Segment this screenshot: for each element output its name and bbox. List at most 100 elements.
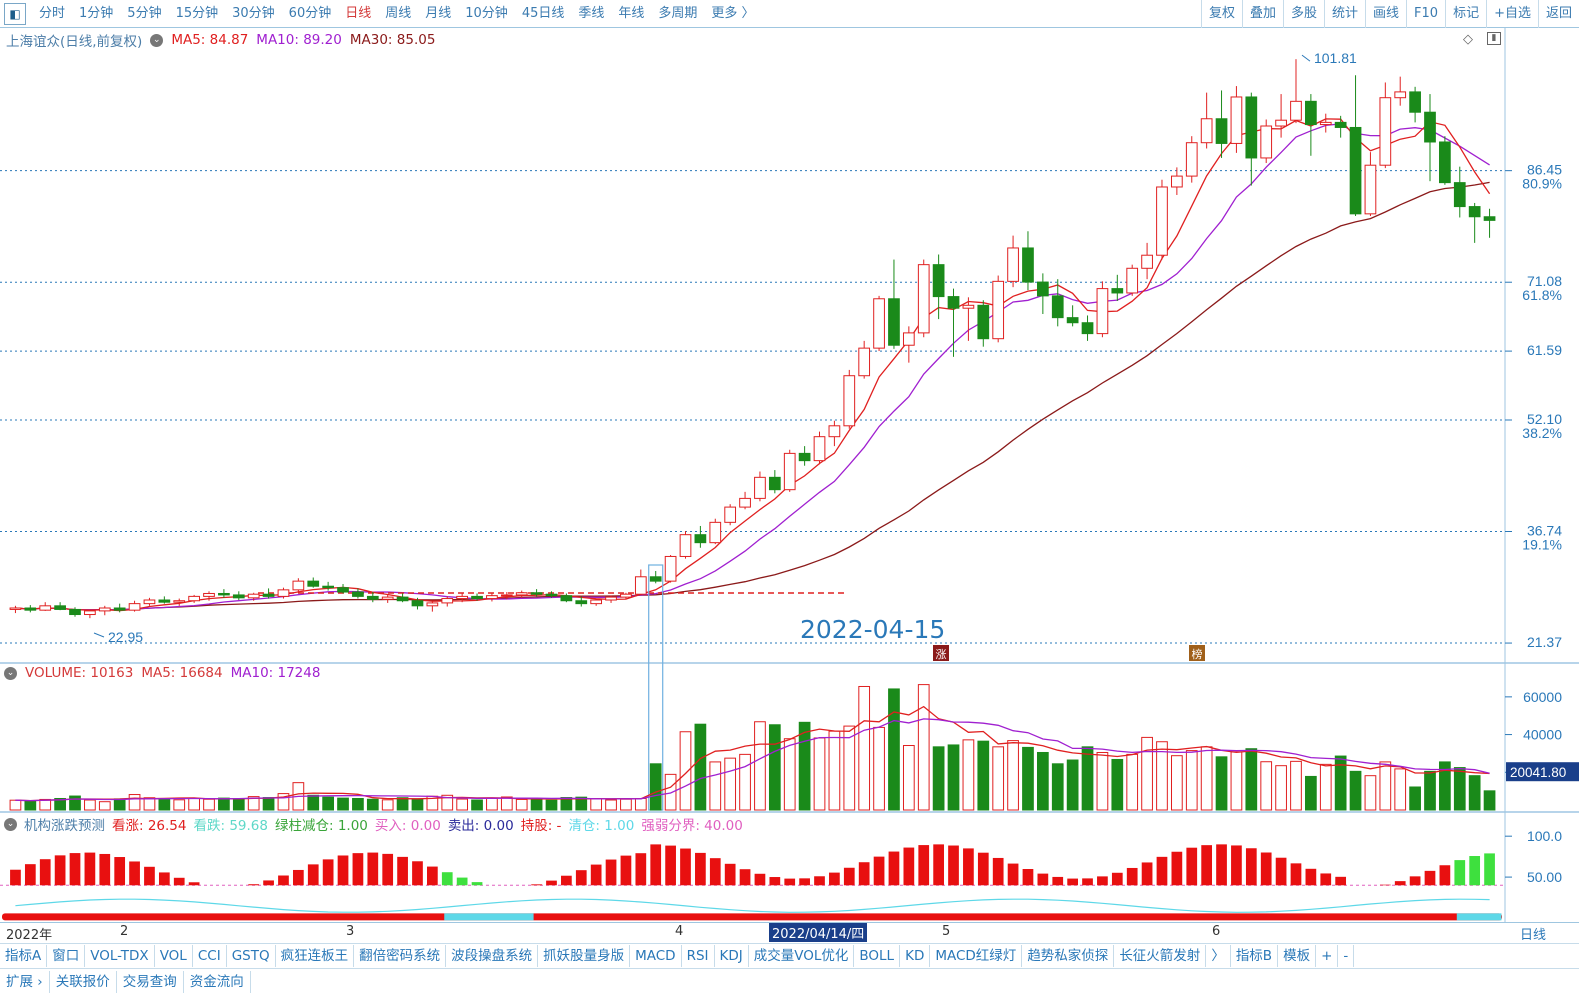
candle [1334, 121, 1347, 128]
period-tab[interactable]: 季线 [571, 0, 611, 28]
indicator-tab[interactable]: GSTQ [227, 944, 276, 967]
indicator-tab[interactable]: 成交量VOL优化 [749, 944, 855, 967]
indicator-band-cyan [1456, 913, 1502, 921]
indicator-tab[interactable]: 模板 [1278, 944, 1317, 967]
chart-canvas[interactable]: 86.4580.9%71.0861.8%61.5952.1038.2%36.74… [0, 28, 1579, 922]
tool-button[interactable]: 多股 [1282, 0, 1324, 28]
indicator-tab[interactable]: + [1316, 944, 1339, 967]
period-tab[interactable]: 5分钟 [120, 0, 168, 28]
diamond-icon[interactable]: ◇ [1463, 32, 1473, 47]
indicator-tab[interactable]: VOL-TDX [85, 944, 155, 967]
bottom-tab[interactable]: 交易查询 [117, 971, 184, 993]
indicator-tab[interactable]: 指标A [0, 944, 48, 967]
bottom-tab[interactable]: 扩展 › [0, 971, 50, 993]
candle [54, 605, 66, 610]
chevron-down-icon[interactable]: ⌄ [4, 666, 17, 680]
period-tab[interactable]: 10分钟 [458, 0, 515, 28]
chevron-down-icon[interactable]: ⌄ [150, 33, 164, 47]
indicator-tab[interactable]: KD [900, 944, 931, 967]
period-tab[interactable]: 周线 [378, 0, 418, 28]
indicator-bar [1007, 863, 1019, 886]
volume-bar [218, 797, 230, 811]
period-tab[interactable]: 分时 [32, 0, 72, 28]
indicator-bar [397, 856, 408, 886]
candle [1439, 141, 1451, 184]
indicator-tab[interactable]: - [1338, 944, 1355, 967]
indicator-tab[interactable]: 趋势私家侦探 [1022, 944, 1115, 967]
candle [1171, 175, 1183, 188]
indicator-tab[interactable]: VOL [155, 944, 193, 967]
indicator-tab[interactable]: 〉 [1206, 944, 1231, 967]
indicator-tab[interactable]: 长征火箭发射 [1114, 944, 1207, 967]
period-tab[interactable]: 日线 [338, 0, 378, 28]
indicator-tab[interactable]: 窗口 [47, 944, 86, 967]
indicator-bar [84, 852, 96, 886]
volume-bar [828, 730, 841, 811]
indicator-bar [322, 859, 334, 886]
candle [902, 332, 915, 346]
period-tab[interactable]: 30分钟 [225, 0, 282, 28]
pct-axis-label: 80.9% [1522, 176, 1562, 192]
candle [1319, 121, 1332, 126]
volume-bar [158, 798, 171, 811]
period-tab[interactable]: 多周期 [651, 0, 704, 28]
candle [1483, 216, 1496, 221]
candle [337, 587, 349, 593]
indicator-bar [352, 853, 364, 886]
menu-icon[interactable]: ◧ [4, 2, 26, 25]
indicator-tab[interactable]: 指标B [1231, 944, 1279, 967]
indicator-tab[interactable]: CCI [193, 944, 227, 967]
indicator-bar [1260, 852, 1272, 886]
bottom-tab[interactable]: 资金流向 [184, 971, 251, 993]
badge-bang-text: 榜 [1192, 647, 1203, 661]
indicator-tab[interactable]: 抓妖股量身版 [538, 944, 631, 967]
period-tab[interactable]: 60分钟 [282, 0, 339, 28]
bottom-tab[interactable]: 关联报价 [50, 971, 117, 993]
indicator-cyan-line [15, 898, 1490, 913]
indicator-bar [278, 875, 289, 886]
candle [24, 607, 37, 611]
indicator-tab[interactable]: RSI [682, 944, 715, 967]
period-tab[interactable]: 年线 [611, 0, 651, 28]
indicator-tab[interactable]: 翻倍密码系统 [354, 944, 447, 967]
tool-button[interactable]: +自选 [1486, 0, 1538, 28]
indicator-bar [1469, 856, 1481, 886]
period-tab[interactable]: 月线 [418, 0, 458, 28]
tool-button[interactable]: 叠加 [1241, 0, 1283, 28]
volume-bar [902, 745, 915, 811]
indicator-bar [24, 864, 36, 886]
volume-ma5-label: MA5: 16684 [141, 665, 223, 681]
tool-button[interactable]: 画线 [1365, 0, 1406, 28]
indicator-bar [709, 858, 721, 886]
candle [173, 600, 186, 603]
indicator-tab[interactable]: KDJ [715, 944, 749, 967]
candle [1260, 125, 1273, 159]
tool-button[interactable]: 标记 [1445, 0, 1486, 28]
tool-button[interactable]: F10 [1406, 0, 1445, 28]
indicator-tab[interactable]: MACD [630, 944, 682, 967]
indicator-tab[interactable]: MACD红绿灯 [930, 944, 1023, 967]
chevron-down-icon[interactable]: ⌄ [4, 817, 17, 831]
candle [1200, 118, 1213, 144]
volume-bar [39, 798, 52, 811]
indicator-bar [575, 870, 587, 886]
indicator-bar [1037, 873, 1049, 886]
period-tab[interactable]: 45日线 [515, 0, 572, 28]
panel-toggle-icon[interactable]: ▮ [1487, 32, 1501, 45]
period-tab[interactable]: 更多 〉 [704, 0, 761, 28]
indicator-tab[interactable]: 疯狂连板王 [276, 944, 355, 967]
candle [649, 576, 662, 582]
period-tab[interactable]: 15分钟 [169, 0, 226, 28]
period-tab[interactable]: 1分钟 [72, 0, 120, 28]
indicator-tab[interactable]: BOLL [854, 944, 901, 967]
indicator-tab[interactable]: 波段操盘系统 [446, 944, 539, 967]
candle [396, 596, 409, 602]
tool-button[interactable]: 返回 [1537, 0, 1579, 28]
indicator-bar [695, 852, 706, 886]
volume-bar [1260, 761, 1273, 811]
main-legend: 上海谊众(日线,前复权) ⌄ MA5: 84.87 MA10: 89.20 MA… [6, 30, 435, 50]
tool-button[interactable]: 复权 [1200, 0, 1242, 28]
candle [411, 600, 424, 607]
tool-button[interactable]: 统计 [1324, 0, 1365, 28]
indicator-bar [784, 878, 796, 886]
